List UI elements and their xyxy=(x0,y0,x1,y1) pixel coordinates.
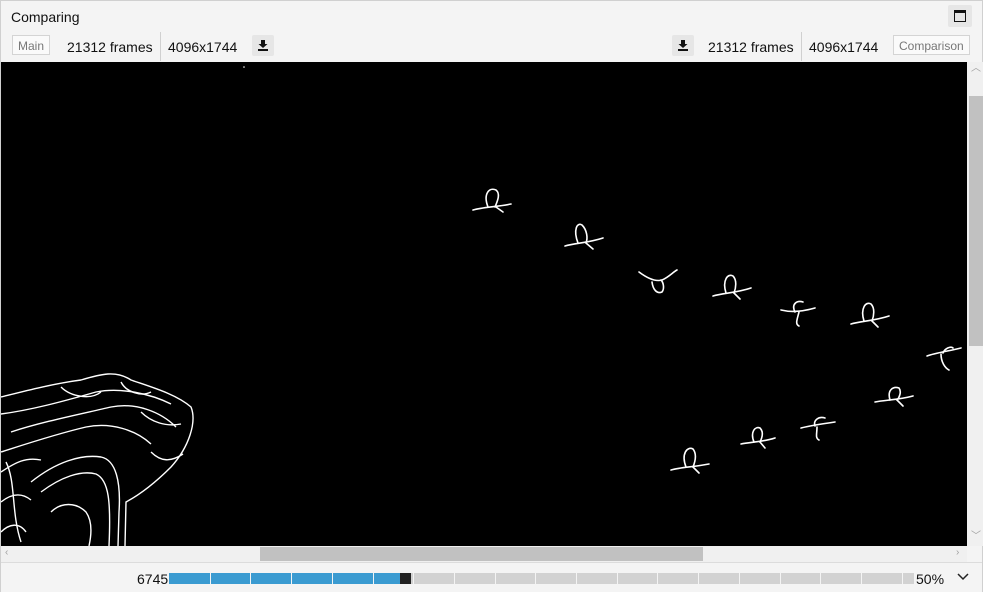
main-frame-count: 21312 frames xyxy=(67,39,153,55)
compare-panel: Comparing Main 21312 frames 4096x1744 21… xyxy=(0,0,983,592)
main-label: Main xyxy=(12,35,51,55)
timeline-tick xyxy=(698,573,699,584)
current-frame: 6745 xyxy=(137,571,169,587)
timeline-played xyxy=(169,573,400,584)
comparison-frame-count: 21312 frames xyxy=(708,39,794,55)
timeline-tick xyxy=(373,573,374,584)
timeline-tick xyxy=(332,573,333,584)
timeline-tick xyxy=(454,573,455,584)
scroll-up-icon[interactable]: ︿ xyxy=(971,64,981,74)
scroll-down-icon[interactable]: ﹀ xyxy=(971,532,981,542)
timeline-tick xyxy=(739,573,740,584)
timeline-tick xyxy=(535,573,536,584)
download-icon xyxy=(678,40,688,51)
scroll-right-icon[interactable]: › xyxy=(956,548,959,558)
comparison-download-button[interactable] xyxy=(672,35,694,56)
timeline-tick xyxy=(495,573,496,584)
chevron-down-icon[interactable] xyxy=(956,570,970,584)
timeline-tick xyxy=(617,573,618,584)
main-resolution: 4096x1744 xyxy=(168,39,238,55)
video-viewport[interactable] xyxy=(1,62,967,546)
timeline-slider[interactable] xyxy=(169,573,914,584)
playback-bar: 6745 50% xyxy=(1,562,982,592)
timeline-tick xyxy=(250,573,251,584)
scroll-left-icon[interactable]: ‹ xyxy=(5,548,8,558)
timeline-tick xyxy=(902,573,903,584)
timeline-tick xyxy=(291,573,292,584)
timeline-tick xyxy=(820,573,821,584)
zoom-level[interactable]: 50% xyxy=(916,571,944,587)
horizontal-scrollbar[interactable]: ‹ › xyxy=(1,546,967,562)
timeline-tick xyxy=(861,573,862,584)
comparison-label: Comparison xyxy=(893,35,970,55)
maximize-button[interactable] xyxy=(948,5,972,27)
comparison-resolution: 4096x1744 xyxy=(809,39,879,55)
vertical-scroll-thumb[interactable] xyxy=(969,96,983,346)
timeline-tick xyxy=(210,573,211,584)
divider xyxy=(801,32,802,61)
horizontal-scroll-thumb[interactable] xyxy=(260,547,703,561)
window-title: Comparing xyxy=(11,9,80,25)
edge-detected-frame xyxy=(1,62,967,546)
title-bar: Comparing xyxy=(1,1,982,32)
info-bar: Main 21312 frames 4096x1744 21312 frames… xyxy=(1,32,982,61)
maximize-icon xyxy=(954,10,966,22)
timeline-tick xyxy=(657,573,658,584)
main-download-button[interactable] xyxy=(252,35,274,56)
timeline-tick xyxy=(780,573,781,584)
vertical-scrollbar[interactable]: ︿ ﹀ xyxy=(967,62,983,546)
timeline-cursor[interactable] xyxy=(400,573,411,584)
timeline-tick xyxy=(576,573,577,584)
divider xyxy=(160,32,161,61)
download-icon xyxy=(258,40,268,51)
timeline-tick xyxy=(413,573,414,584)
